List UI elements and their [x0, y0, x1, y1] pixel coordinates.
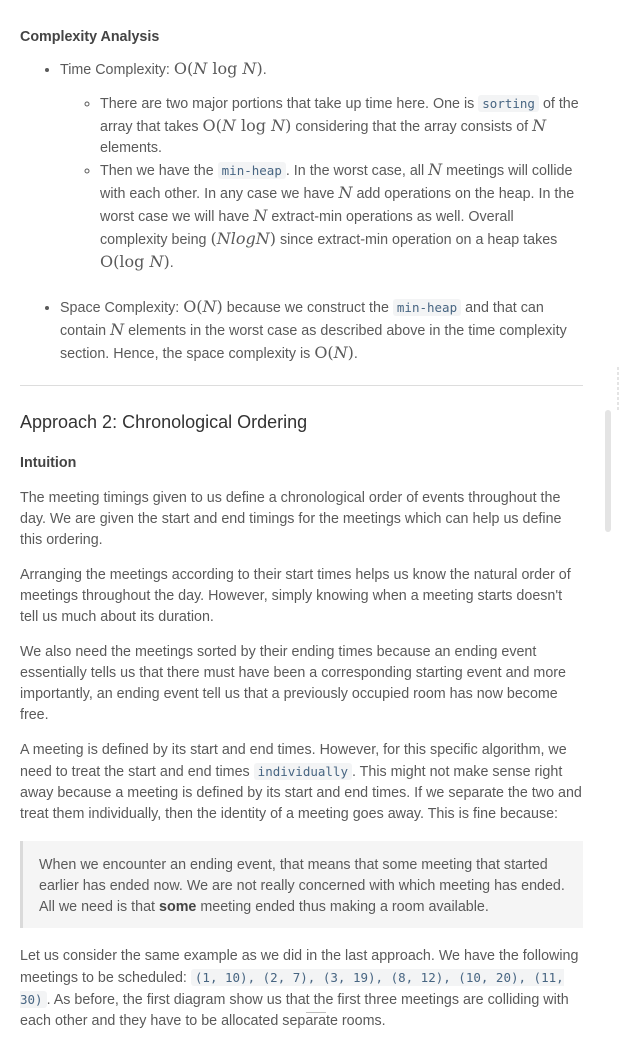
math-n: N: [110, 320, 125, 339]
math-n: N: [338, 183, 353, 202]
sorting-text-c: considering that the array consists of: [295, 119, 529, 135]
time-complexity-item: Time Complexity: O(N log N). There are t…: [60, 58, 583, 296]
p5-text-b: . As before, the first diagram show us t…: [20, 992, 569, 1029]
inline-code-individually: individually: [253, 763, 352, 780]
space-complexity-item: Space Complexity: O(N) because we constr…: [60, 296, 583, 365]
intuition-heading: Intuition: [20, 455, 77, 471]
heap-text-b: . In the worst case, all: [285, 163, 425, 179]
scrollbar-thumb[interactable]: [605, 410, 611, 532]
paragraph-individual-events: A meeting is defined by its start and en…: [20, 740, 583, 825]
bottom-divider: [306, 1012, 326, 1013]
math-n: N: [532, 116, 547, 135]
space-text-a: because we construct the: [226, 300, 389, 316]
resize-grip-icon[interactable]: [617, 366, 619, 410]
paragraph-chronological: The meeting timings given to us define a…: [20, 490, 562, 548]
complexity-list: Time Complexity: O(N log N). There are t…: [20, 58, 583, 365]
scrollbar-track[interactable]: [612, 0, 620, 1016]
math-sort-cost: O(N log N): [202, 116, 292, 135]
time-complexity-label: Time Complexity:: [60, 62, 170, 78]
inline-code-min-heap: min-heap: [217, 162, 286, 179]
callout-quote: When we encounter an ending event, that …: [20, 841, 583, 928]
article-content: Complexity Analysis Time Complexity: O(N…: [20, 20, 583, 1046]
math-n: N: [428, 160, 443, 179]
paragraph-start-times: Arranging the meetings according to thei…: [20, 567, 571, 625]
time-complexity-sublist: There are two major portions that take u…: [60, 93, 583, 274]
paragraph-end-times: We also need the meetings sorted by thei…: [20, 644, 566, 723]
math-space-result: O(N): [314, 343, 354, 362]
inline-code-min-heap: min-heap: [392, 299, 462, 316]
approach-title: Approach 2: Chronological Ordering: [20, 412, 308, 432]
complexity-analysis-heading: Complexity Analysis: [20, 29, 160, 45]
space-complexity-label: Space Complexity:: [60, 300, 180, 316]
sorting-text-d: elements.: [100, 140, 162, 156]
sorting-text-a: There are two major portions that take u…: [100, 96, 475, 112]
quote-text-b: meeting ended thus making a room availab…: [200, 899, 489, 915]
heap-text-a: Then we have the: [100, 163, 214, 179]
math-space-complexity: O(N): [183, 297, 223, 316]
math-n: N: [253, 206, 268, 225]
sorting-cost-item: There are two major portions that take u…: [100, 93, 583, 159]
math-overall: (NlogN): [210, 229, 276, 248]
section-divider: [20, 385, 583, 386]
quote-bold-some: some: [159, 899, 197, 915]
math-extract-min: O(log N): [100, 252, 170, 271]
heap-cost-item: Then we have the min-heap. In the worst …: [100, 159, 583, 274]
inline-code-sorting: sorting: [478, 95, 539, 112]
paragraph-example: Let us consider the same example as we d…: [20, 946, 583, 1032]
heap-text-f: since extract-min operation on a heap ta…: [279, 232, 558, 248]
math-time-complexity: O(N log N): [173, 59, 263, 78]
